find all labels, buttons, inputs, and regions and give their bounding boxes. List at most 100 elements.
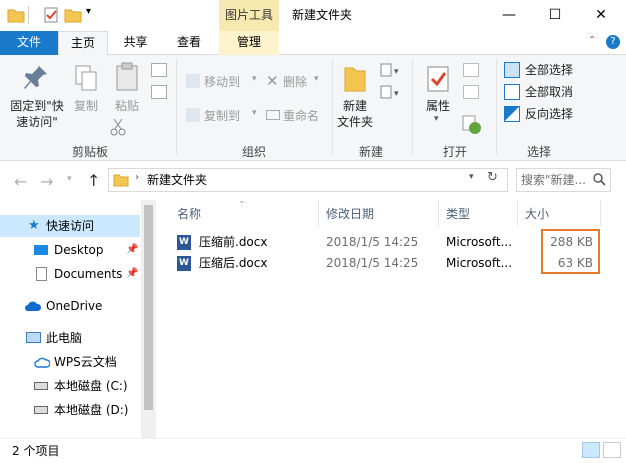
nav-label: OneDrive bbox=[46, 299, 103, 313]
tab-view[interactable]: 查看 bbox=[163, 31, 215, 55]
new-item-icon[interactable]: ▾ bbox=[380, 63, 402, 79]
forward-arrow-icon[interactable]: → bbox=[40, 172, 53, 191]
rename-label: 重命名 bbox=[283, 109, 320, 123]
column-header-modified[interactable]: 修改日期 bbox=[326, 205, 374, 223]
table-row[interactable]: W 压缩后.docx 2018/1/5 14:25 Microsoft... 6… bbox=[172, 253, 600, 273]
delete-button[interactable]: ✕ 删除 ▾ bbox=[266, 72, 326, 93]
file-name: 压缩后.docx bbox=[199, 256, 268, 270]
address-folder-icon bbox=[113, 174, 129, 187]
new-folder-label-1: 新建 bbox=[342, 99, 367, 113]
properties-button[interactable]: 属性 ▾ bbox=[418, 58, 458, 136]
nav-item-quick-access[interactable]: ★ 快速访问 bbox=[0, 215, 140, 237]
nav-item-disk-d[interactable]: 本地磁盘 (D:) bbox=[0, 399, 140, 421]
copy-to-dropdown-icon: ▾ bbox=[252, 108, 257, 118]
column-header-size[interactable]: 大小 bbox=[525, 205, 549, 223]
move-to-button[interactable]: 移动到 ▾ bbox=[186, 73, 264, 93]
back-arrow-icon[interactable]: ← bbox=[14, 172, 27, 191]
properties-dropdown-icon: ▾ bbox=[434, 114, 439, 124]
up-arrow-icon[interactable]: ↑ bbox=[87, 171, 100, 190]
select-all-button[interactable]: 全部选择 bbox=[504, 61, 586, 79]
nav-label: 快速访问 bbox=[46, 219, 95, 233]
new-folder-qa-icon[interactable] bbox=[64, 6, 82, 24]
help-icon[interactable]: ? bbox=[606, 35, 620, 49]
search-icon bbox=[593, 173, 606, 186]
open-icon[interactable] bbox=[463, 63, 479, 77]
new-folder-icon bbox=[344, 67, 366, 92]
column-header-type[interactable]: 类型 bbox=[446, 205, 470, 223]
nav-item-disk-c[interactable]: 本地磁盘 (C:) bbox=[0, 375, 140, 397]
easy-access-icon[interactable]: ▾ bbox=[380, 85, 402, 101]
tab-home[interactable]: 主页 bbox=[58, 31, 108, 56]
select-all-label: 全部选择 bbox=[525, 63, 574, 77]
large-icons-view-button[interactable] bbox=[603, 442, 621, 458]
scissors-icon[interactable] bbox=[110, 118, 126, 136]
new-group-label: 新建 bbox=[358, 145, 383, 159]
tab-manage[interactable]: 管理 bbox=[219, 31, 279, 55]
nav-item-onedrive[interactable]: OneDrive bbox=[0, 295, 140, 317]
clipboard-icon bbox=[116, 62, 138, 91]
select-all-icon bbox=[504, 62, 520, 78]
address-bar[interactable]: › 新建文件夹 ▾ ↻ bbox=[108, 168, 508, 192]
rename-icon bbox=[266, 110, 280, 120]
edit-icon[interactable] bbox=[463, 85, 479, 99]
select-none-button[interactable]: 全部取消 bbox=[504, 83, 586, 101]
select-none-label: 全部取消 bbox=[525, 85, 574, 99]
invert-selection-icon bbox=[504, 106, 520, 122]
copy-to-label: 复制到 bbox=[204, 109, 241, 123]
word-doc-icon: W bbox=[177, 256, 191, 271]
ribbon-collapse-icon[interactable]: ⌃ bbox=[588, 35, 596, 46]
close-button[interactable]: ✕ bbox=[578, 0, 624, 31]
svg-text:▾: ▾ bbox=[394, 67, 399, 77]
table-row[interactable]: W 压缩前.docx 2018/1/5 14:25 Microsoft... 2… bbox=[172, 232, 600, 252]
maximize-button[interactable]: ☐ bbox=[532, 0, 578, 31]
refresh-icon[interactable]: ↻ bbox=[487, 170, 498, 185]
copy-button[interactable]: 复制 bbox=[70, 58, 102, 118]
nav-scrollbar-thumb[interactable] bbox=[144, 205, 153, 410]
ribbon-tabs: 文件 主页 共享 查看 管理 ⌃ ? bbox=[0, 31, 626, 56]
history-icon[interactable] bbox=[462, 115, 482, 135]
tab-share[interactable]: 共享 bbox=[108, 31, 163, 55]
move-to-icon bbox=[186, 74, 200, 88]
pin-quick-access-button[interactable]: 固定到"快 速访问" bbox=[8, 58, 66, 136]
search-input[interactable]: 搜索"新建... bbox=[516, 168, 611, 192]
star-icon: ★ bbox=[28, 218, 40, 233]
details-view-button[interactable] bbox=[582, 442, 600, 458]
nav-item-desktop[interactable]: Desktop 📌 bbox=[0, 239, 140, 261]
desktop-icon bbox=[34, 245, 48, 255]
cut-paths-icon[interactable] bbox=[151, 63, 167, 77]
minimize-button[interactable]: — bbox=[486, 0, 532, 31]
nav-item-documents[interactable]: Documents 📌 bbox=[0, 263, 140, 285]
organize-group-label: 组织 bbox=[241, 145, 266, 159]
column-header-name[interactable]: 名称 bbox=[177, 205, 201, 223]
copy-to-button[interactable]: 复制到 ▾ bbox=[186, 107, 264, 127]
ribbon: 固定到"快 速访问" 复制 粘贴 剪贴板 移动到 ▾ 复制到 ▾ ✕ 删除 ▾ … bbox=[0, 55, 626, 161]
invert-selection-button[interactable]: 反向选择 bbox=[504, 105, 586, 123]
qa-dropdown-icon[interactable]: ▾ bbox=[86, 6, 91, 17]
new-folder-label-2: 文件夹 bbox=[336, 115, 373, 129]
recent-dropdown-icon[interactable]: ▾ bbox=[67, 174, 72, 184]
move-to-dropdown-icon: ▾ bbox=[252, 74, 257, 84]
sort-indicator-icon: ⌄ bbox=[238, 196, 246, 206]
properties-qa-icon[interactable] bbox=[42, 6, 60, 24]
new-folder-button[interactable]: 新建 文件夹 bbox=[334, 58, 376, 136]
select-group-label: 选择 bbox=[526, 145, 551, 159]
title-bar: ▾ 图片工具 新建文件夹 — ☐ ✕ bbox=[0, 0, 626, 31]
delete-x-icon: ✕ bbox=[266, 72, 279, 90]
paste-button[interactable]: 粘贴 bbox=[110, 58, 144, 118]
nav-label: Documents bbox=[54, 267, 123, 281]
copy-path-icon[interactable] bbox=[151, 85, 167, 99]
pin-small-icon: 📌 bbox=[126, 244, 139, 255]
documents-icon bbox=[36, 267, 47, 281]
delete-label: 删除 bbox=[283, 75, 308, 89]
tab-file[interactable]: 文件 bbox=[0, 31, 58, 55]
properties-icon bbox=[427, 66, 449, 92]
nav-item-wps[interactable]: WPS云文档 bbox=[0, 351, 140, 373]
clipboard-group-label: 剪贴板 bbox=[71, 145, 108, 159]
address-dropdown-icon[interactable]: ▾ bbox=[469, 172, 474, 182]
wps-cloud-icon bbox=[34, 357, 50, 368]
breadcrumb-current[interactable]: 新建文件夹 bbox=[147, 171, 207, 188]
nav-item-this-pc[interactable]: 此电脑 bbox=[0, 327, 140, 349]
breadcrumb-chevron-icon[interactable]: › bbox=[135, 172, 139, 183]
rename-button[interactable]: 重命名 bbox=[266, 107, 326, 127]
search-placeholder: 搜索"新建... bbox=[521, 173, 586, 187]
